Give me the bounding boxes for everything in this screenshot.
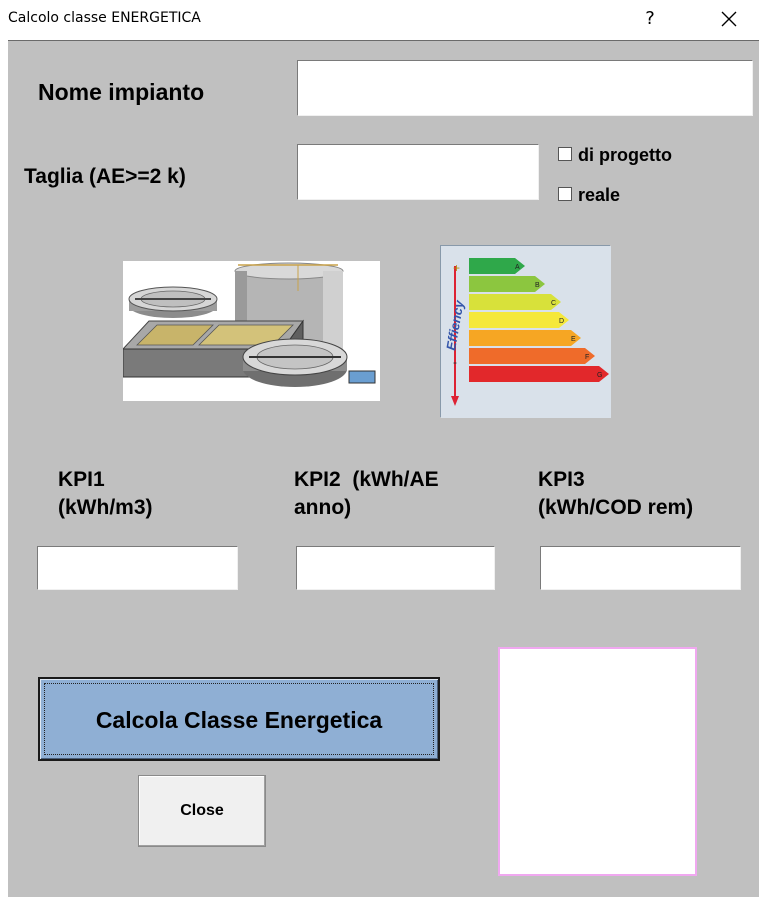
minus-sign: - xyxy=(453,355,457,369)
class-d: D xyxy=(559,318,564,325)
checkbox-di-progetto[interactable] xyxy=(558,147,572,161)
class-g: G xyxy=(597,372,602,379)
close-button-label: Close xyxy=(180,802,224,819)
nome-impianto-label: Nome impianto xyxy=(38,79,205,105)
form-client-area: Nome impianto Taglia (AE>=2 k) di proget… xyxy=(8,40,759,897)
kpi1-input[interactable] xyxy=(37,546,238,590)
energy-class-image: + - Effiency A B C D E F G xyxy=(440,245,611,418)
class-a: A xyxy=(515,264,520,271)
kpi2-label-line1: KPI2 (kWh/AE xyxy=(294,468,439,491)
kpi1-label-line1: KPI1 xyxy=(58,468,105,491)
taglia-label: Taglia (AE>=2 k) xyxy=(24,165,186,188)
energy-class-result-box xyxy=(498,647,697,876)
close-button[interactable]: Close xyxy=(138,775,266,847)
kpi1-label-line2: (kWh/m3) xyxy=(58,496,153,519)
kpi3-label-line2: (kWh/COD rem) xyxy=(538,496,694,519)
class-c: C xyxy=(551,300,556,307)
class-f: F xyxy=(585,354,589,361)
window-title: Calcolo classe ENERGETICA xyxy=(8,10,201,26)
taglia-input[interactable] xyxy=(297,144,539,200)
kpi2-input[interactable] xyxy=(296,546,495,590)
close-window-icon[interactable] xyxy=(712,4,746,34)
calcola-classe-button[interactable]: Calcola Classe Energetica xyxy=(38,677,440,761)
kpi2-label-line2: anno) xyxy=(294,496,352,519)
class-e: E xyxy=(571,336,576,343)
reale-label: reale xyxy=(578,185,621,205)
kpi3-input[interactable] xyxy=(540,546,741,590)
nome-impianto-input[interactable] xyxy=(297,60,753,116)
class-b: B xyxy=(535,282,540,289)
title-bar: Calcolo classe ENERGETICA ? xyxy=(0,0,759,40)
di-progetto-label: di progetto xyxy=(578,145,672,165)
kpi3-label-line1: KPI3 xyxy=(538,468,585,491)
help-button[interactable]: ? xyxy=(638,6,662,32)
checkbox-reale[interactable] xyxy=(558,187,572,201)
calcola-classe-label: Calcola Classe Energetica xyxy=(95,707,383,733)
plant-image xyxy=(121,261,380,401)
plus-sign: + xyxy=(453,261,460,275)
